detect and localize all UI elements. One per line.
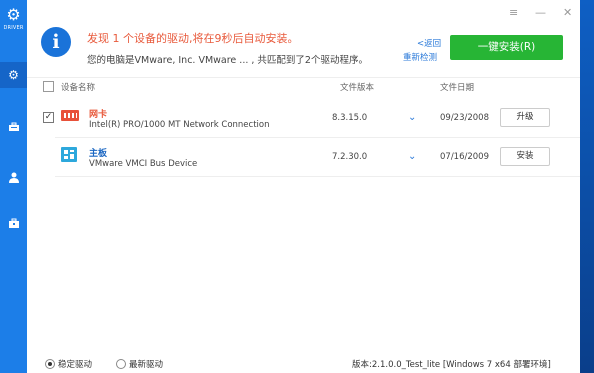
desktop-background [580,0,594,373]
stable-driver-label: 稳定驱动 [58,360,93,370]
recheck-link[interactable]: 重新检测 [403,51,437,63]
table-row: 主板 VMware VMCI Bus Device 7.2.30.0 ⌄ 07/… [27,139,580,177]
network-card-icon [61,110,79,121]
column-file-date: 文件日期 [440,83,475,93]
column-device-name: 设备名称 [61,83,96,93]
device-date: 07/16/2009 [440,152,489,162]
upgrade-button[interactable]: 升级 [500,108,550,127]
device-version: 8.3.15.0 [332,113,368,123]
select-all-checkbox[interactable] [43,81,54,92]
logo-text: DRIVER [3,25,24,31]
row-divider [55,137,580,138]
main-window: ≡ — ✕ i 发现 1 个设备的驱动,将在9秒后自动安装。 您的电脑是VMwa… [27,0,580,373]
row-checkbox[interactable]: ✓ [43,112,54,123]
install-all-button[interactable]: 一键安装(R) [450,35,563,60]
table-header: 设备名称 文件版本 文件日期 [27,78,580,96]
gear-icon: ⚙ [8,68,19,82]
sidebar-item-user[interactable] [0,164,27,190]
motherboard-icon [61,147,77,162]
sidebar-item-drivers[interactable]: ⚙ [0,62,27,88]
version-info: 版本:2.1.0.0_Test_lite [Windows 7 x64 部署环境… [352,360,551,370]
device-date: 09/23/2008 [440,113,489,123]
briefcase-icon [8,218,19,228]
info-icon: i [41,27,71,57]
device-description: VMware VMCI Bus Device [89,159,198,169]
app-logo: ⚙ DRIVER [2,6,25,38]
footer: 稳定驱动 最新驱动 版本:2.1.0.0_Test_lite [Windows … [27,357,580,373]
user-icon [8,172,19,183]
row-divider [55,176,580,177]
sidebar-item-toolbox[interactable] [0,114,27,140]
header-title: 发现 1 个设备的驱动,将在9秒后自动安装。 [87,32,299,45]
latest-driver-radio[interactable] [116,359,126,369]
back-link[interactable]: <返回 [417,37,441,49]
logo-icon: ⚙ [6,5,21,24]
chevron-down-icon[interactable]: ⌄ [408,112,416,123]
install-button[interactable]: 安装 [500,147,550,166]
table-row: ✓ 网卡 Intel(R) PRO/1000 MT Network Connec… [27,100,580,138]
device-description: Intel(R) PRO/1000 MT Network Connection [89,120,270,130]
header: i 发现 1 个设备的驱动,将在9秒后自动安装。 您的电脑是VMware, In… [27,0,580,78]
toolbox-icon [8,122,19,131]
stable-driver-radio[interactable] [45,359,55,369]
column-file-version: 文件版本 [340,83,375,93]
device-name: 网卡 [89,110,108,120]
device-name: 主板 [89,149,108,159]
latest-driver-label: 最新驱动 [129,360,164,370]
chevron-down-icon[interactable]: ⌄ [408,151,416,162]
header-subtitle: 您的电脑是VMware, Inc. VMware ... , 共匹配到了2个驱动… [87,55,368,66]
sidebar-item-briefcase[interactable] [0,210,27,236]
sidebar: ⚙ DRIVER ⚙ [0,0,27,373]
device-version: 7.2.30.0 [332,152,368,162]
